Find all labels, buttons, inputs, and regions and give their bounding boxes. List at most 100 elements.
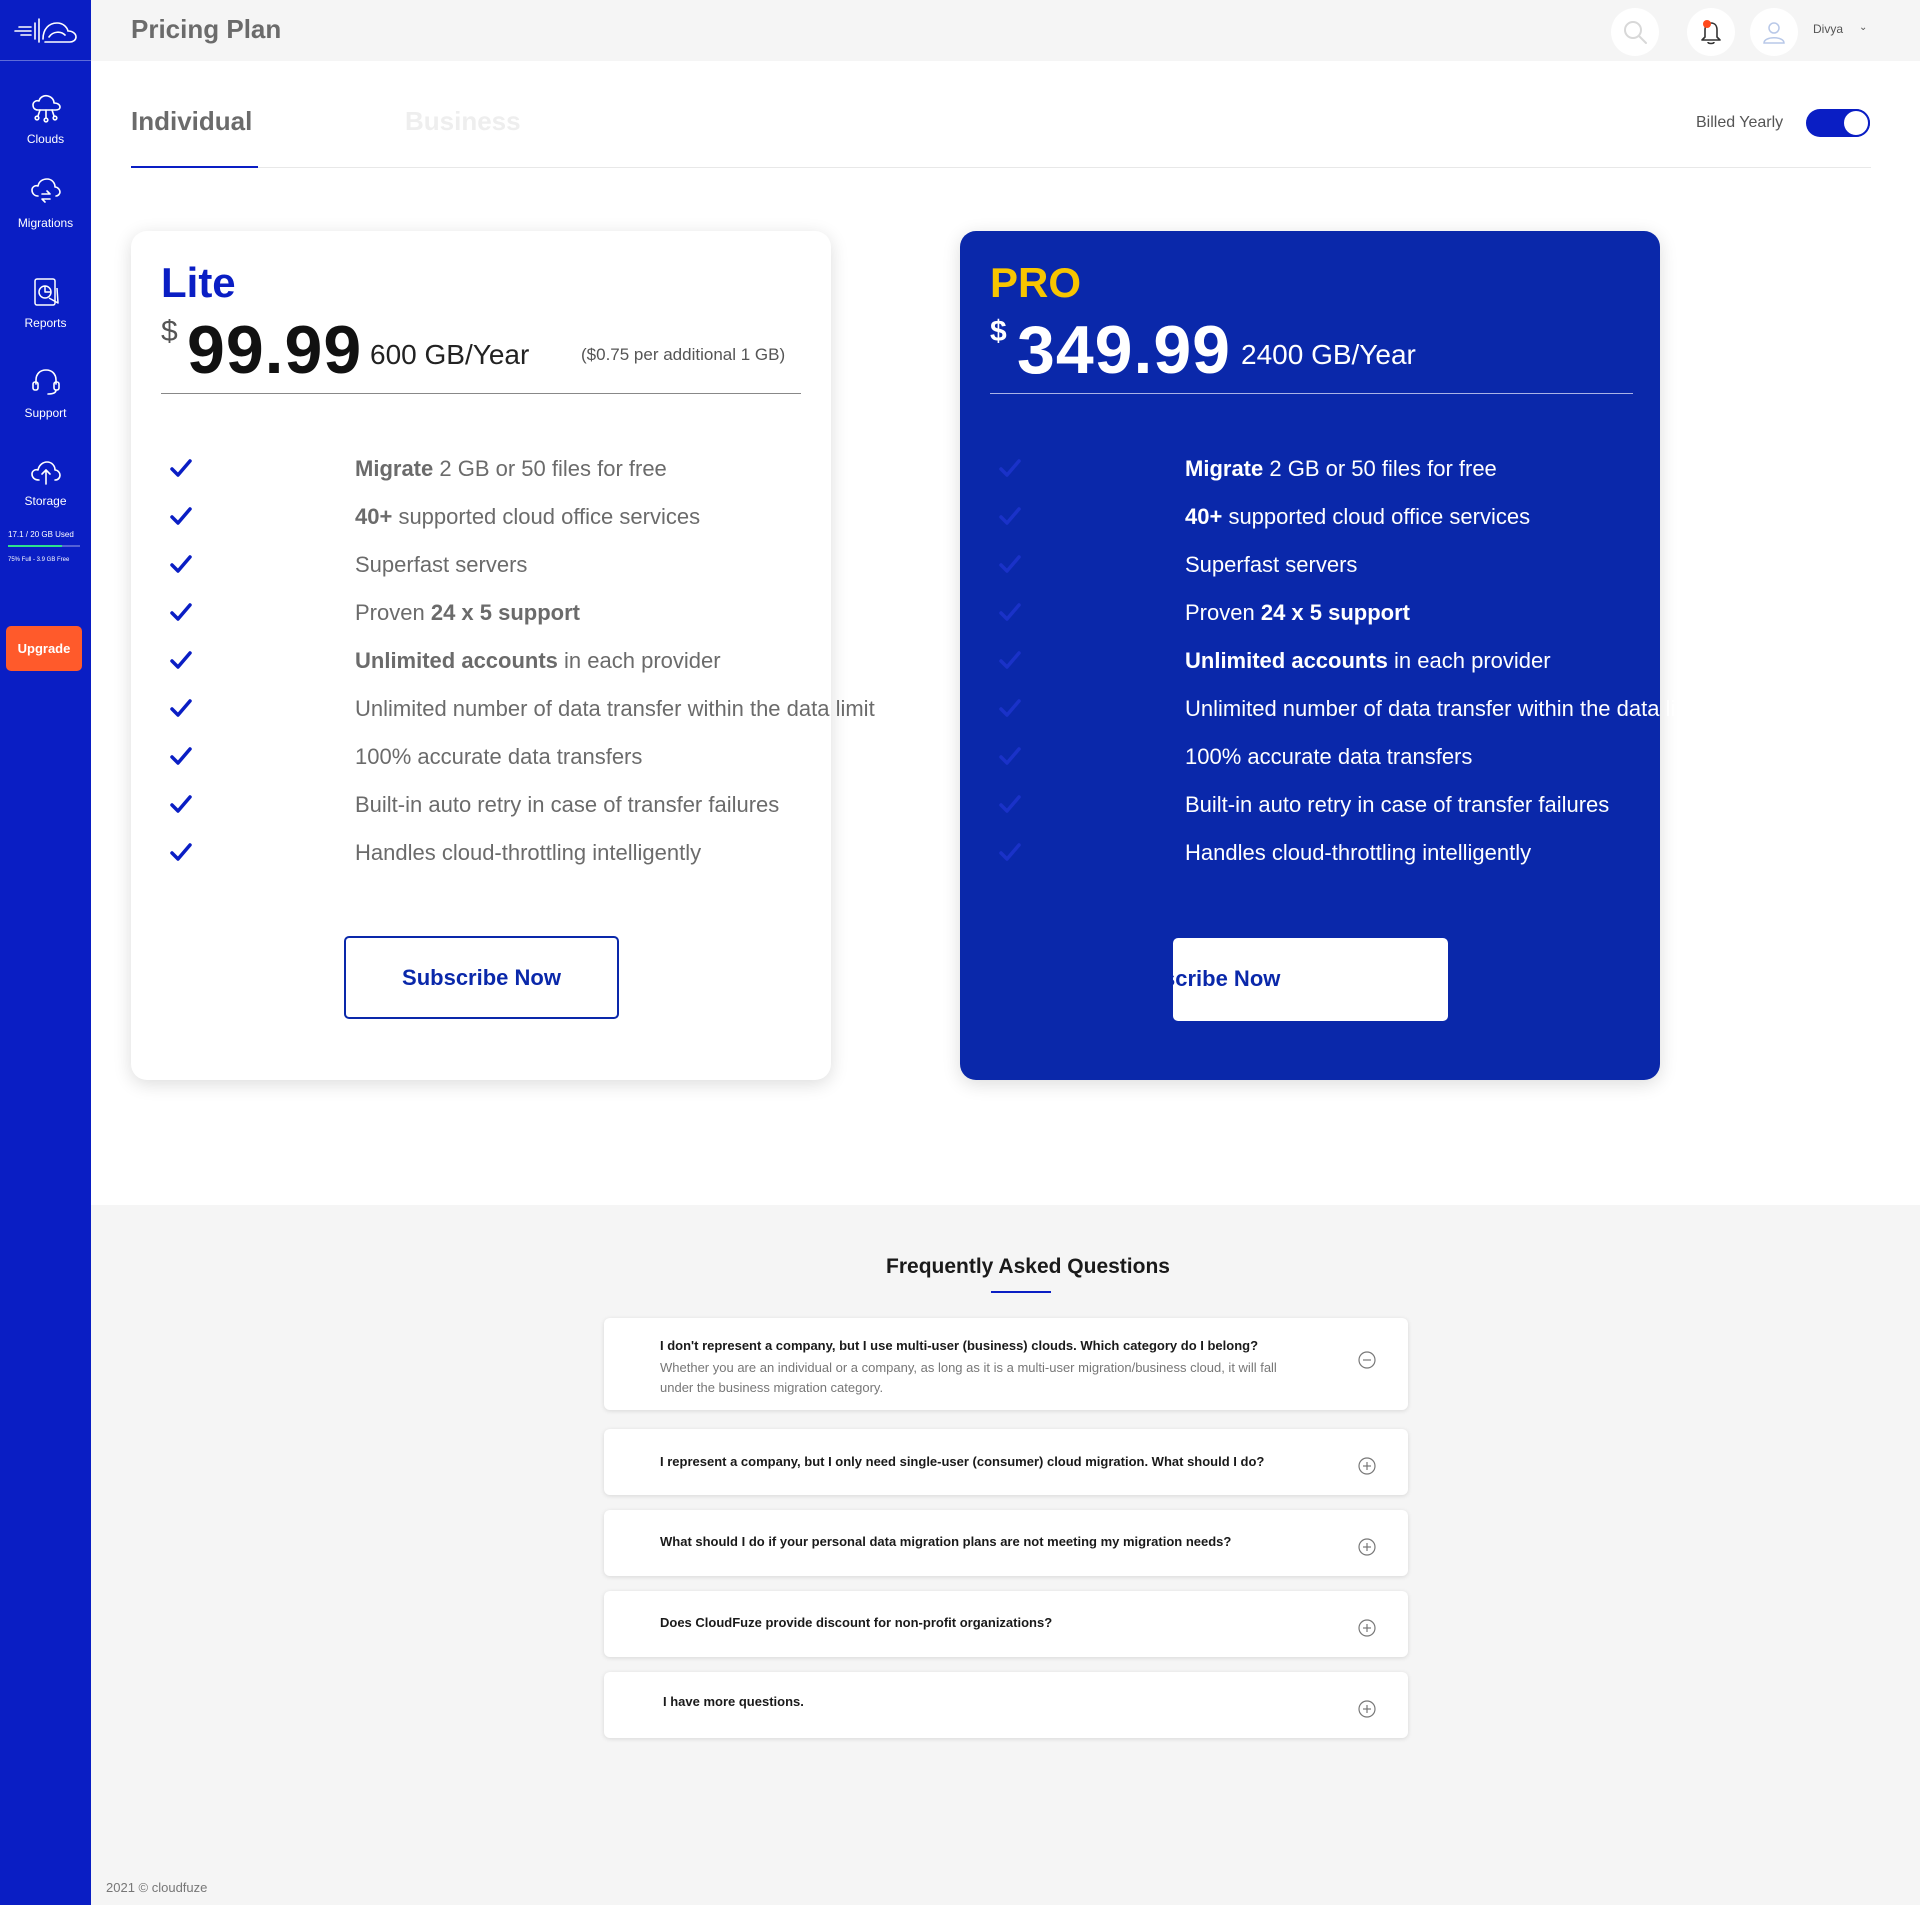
feature-text: Proven 24 x 5 support (355, 600, 580, 625)
sidebar: Clouds Migrations Reports Support Storag… (0, 0, 91, 1905)
subscribe-button[interactable]: scribe Now (1173, 938, 1448, 1021)
feature-list: Migrate 2 GB or 50 files for free 40+ sup… (990, 456, 1705, 888)
sidebar-item-label: Clouds (26, 132, 65, 146)
subscribe-button-label: scribe Now (1173, 966, 1281, 991)
tab-individual[interactable]: Individual (131, 106, 252, 137)
feature-item: Handles cloud-throttling intelligently (161, 840, 811, 888)
feature-text: Unlimited number of data transfer within… (355, 696, 875, 721)
checkmark-icon (999, 843, 1021, 861)
faq-question: I represent a company, but I only need s… (660, 1454, 1265, 1469)
feature-item: Unlimited accounts in each provider (990, 648, 1640, 696)
currency-symbol: $ (990, 315, 1007, 348)
feature-item: Migrate 2 GB or 50 files for free (161, 456, 811, 504)
expand-plus-icon[interactable] (1358, 1457, 1376, 1475)
additional-storage-price: ($0.75 per additional 1 GB) (581, 345, 786, 364)
notifications-button[interactable] (1687, 8, 1735, 56)
faq-question: I don't represent a company, but I use m… (660, 1338, 1259, 1353)
checkmark-icon (170, 795, 192, 813)
feature-text: 100% accurate data transfers (1185, 744, 1473, 769)
cloud-sync-icon (30, 178, 61, 203)
headset-icon (31, 369, 60, 395)
checkmark-icon (170, 843, 192, 861)
sidebar-item-label: Migrations (17, 216, 74, 230)
expand-plus-icon[interactable] (1358, 1700, 1376, 1718)
sidebar-item-label: Reports (24, 316, 67, 330)
feature-text: 40+ supported cloud office services (355, 504, 701, 529)
plan-name: Lite (161, 259, 236, 306)
faq-section: Frequently Asked Questions I don't repre… (91, 1205, 1920, 1905)
feature-text: Handles cloud-throttling intelligently (1185, 840, 1532, 865)
search-button[interactable] (1611, 8, 1659, 56)
feature-text: Migrate 2 GB or 50 files for free (1185, 456, 1497, 481)
faq-item[interactable]: I don't represent a company, but I use m… (604, 1318, 1408, 1410)
checkmark-icon (170, 507, 192, 525)
checkmark-icon (999, 747, 1021, 765)
cloud-network-icon (31, 94, 61, 123)
storage-free-text: 75% Full - 3.9 GB Free (8, 557, 70, 563)
collapse-minus-icon[interactable] (1358, 1351, 1376, 1369)
feature-item: Unlimited accounts in each provider (161, 648, 811, 696)
expand-plus-icon[interactable] (1358, 1538, 1376, 1556)
feature-text: Built-in auto retry in case of transfer … (1185, 792, 1610, 817)
feature-item: Handles cloud-throttling intelligently (990, 840, 1640, 888)
feature-item: 40+ supported cloud office services (161, 504, 811, 552)
faq-item[interactable]: Does CloudFuze provide discount for non-… (604, 1591, 1408, 1657)
sidebar-item-clouds[interactable]: Clouds (0, 92, 91, 148)
expand-plus-icon[interactable] (1358, 1619, 1376, 1637)
feature-text: Unlimited number of data transfer within… (1185, 696, 1705, 721)
tab-business[interactable]: Business (405, 106, 521, 137)
faq-item[interactable]: I represent a company, but I only need s… (604, 1429, 1408, 1495)
feature-item: Proven 24 x 5 support (990, 600, 1640, 648)
feature-item: Unlimited number of data transfer within… (161, 696, 875, 744)
cloudfuze-logo[interactable] (0, 0, 91, 61)
sidebar-item-migrations[interactable]: Migrations (0, 176, 91, 232)
checkmark-icon (999, 699, 1021, 717)
sidebar-item-label: Storage (24, 494, 67, 508)
plan-card-lite: Lite $ 99.99 600 GB/Year ($0.75 per addi… (131, 231, 875, 1080)
sidebar-item-support[interactable]: Support (0, 366, 91, 422)
subscribe-button[interactable]: Subscribe Now (344, 936, 619, 1019)
sidebar-item-reports[interactable]: Reports (0, 276, 91, 332)
bell-icon (1701, 20, 1721, 45)
feature-text: Proven 24 x 5 support (1185, 600, 1410, 625)
faq-item[interactable]: I have more questions. (604, 1672, 1408, 1738)
checkmark-icon (999, 795, 1021, 813)
avatar[interactable] (1750, 8, 1798, 56)
currency-symbol: $ (161, 315, 178, 348)
storage-progress-bar (8, 545, 80, 547)
plan-card-pro: PRO $ 349.99 2400 GB/Year Migrate 2 GB o… (960, 231, 1705, 1080)
active-tab-indicator (131, 166, 258, 168)
faq-title-underline (991, 1291, 1051, 1293)
plan-price: 99.99 (187, 312, 363, 388)
cloud-upload-icon (30, 461, 61, 485)
checkmark-icon (999, 603, 1021, 621)
billing-label: Billed Yearly (1696, 114, 1784, 131)
storage-progress-fill (8, 545, 62, 547)
report-chart-icon (33, 278, 59, 306)
storage-used-text: 17.1 / 20 GB Used (8, 530, 74, 539)
checkmark-icon (999, 555, 1021, 573)
feature-item: Built-in auto retry in case of transfer … (161, 792, 811, 840)
billed-yearly-toggle[interactable] (1806, 109, 1870, 137)
faq-title: Frequently Asked Questions (886, 1255, 1170, 1278)
checkmark-icon (170, 747, 192, 765)
checkmark-icon (999, 651, 1021, 669)
feature-item: 100% accurate data transfers (990, 744, 1640, 792)
sidebar-item-storage[interactable]: Storage (0, 458, 91, 510)
faq-item[interactable]: What should I do if your personal data m… (604, 1510, 1408, 1576)
feature-item: 100% accurate data transfers (161, 744, 811, 792)
tabs-divider (131, 167, 1871, 168)
feature-item: Superfast servers (161, 552, 811, 600)
plan-price: 349.99 (1017, 312, 1231, 388)
user-icon (1763, 22, 1785, 44)
chevron-down-icon[interactable]: ⌄ (1859, 22, 1867, 33)
upgrade-button[interactable]: Upgrade (6, 626, 82, 671)
card-divider (990, 393, 1633, 394)
feature-item: 40+ supported cloud office services (990, 504, 1640, 552)
user-name[interactable]: Divya (1813, 22, 1843, 36)
feature-item: Migrate 2 GB or 50 files for free (990, 456, 1640, 504)
feature-text: Superfast servers (355, 552, 528, 577)
feature-item: Built-in auto retry in case of transfer … (990, 792, 1640, 840)
plan-name: PRO (990, 259, 1082, 306)
feature-item: Proven 24 x 5 support (161, 600, 811, 648)
